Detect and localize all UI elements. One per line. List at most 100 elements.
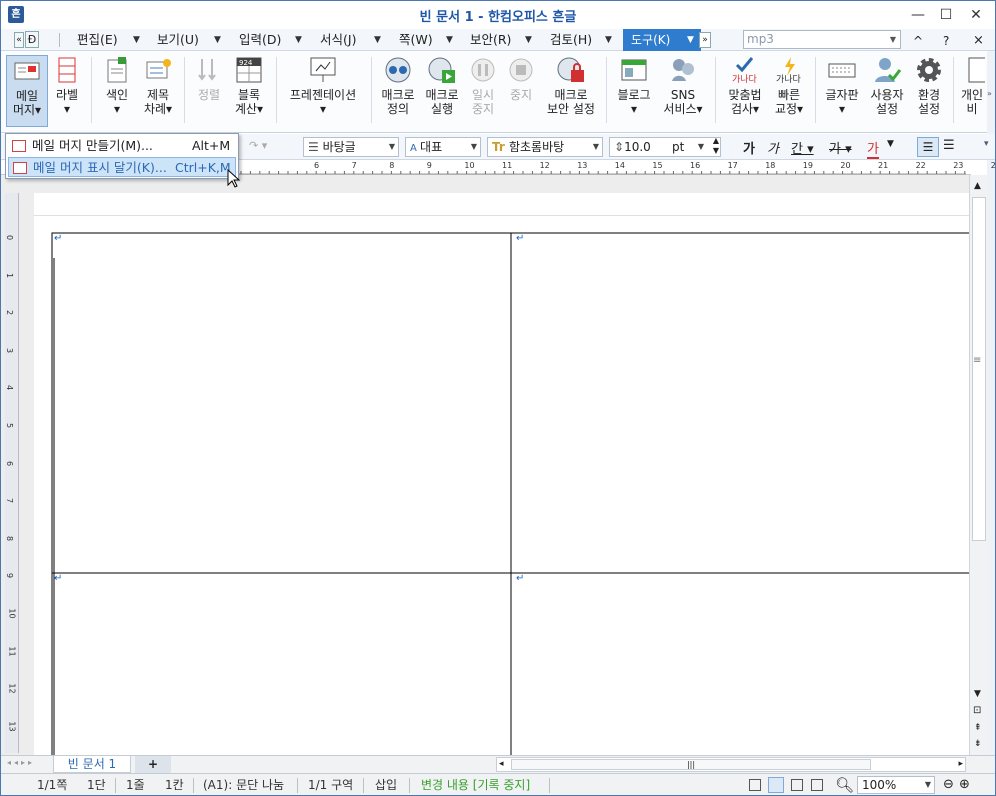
italic-button[interactable]: 가 bbox=[767, 138, 779, 157]
text-color-button[interactable]: 가 bbox=[867, 138, 879, 159]
menu-format[interactable]: 서식(J) bbox=[320, 31, 356, 49]
ribbon-collapse-button[interactable]: ^ bbox=[913, 34, 923, 48]
menu-scroll-right-button[interactable]: » bbox=[699, 32, 711, 48]
toc-button[interactable]: 제목 차례▾ bbox=[138, 55, 178, 127]
document-icon bbox=[968, 57, 985, 83]
doc-close-button[interactable]: × bbox=[973, 33, 984, 48]
ruler-number: 18 bbox=[765, 161, 776, 170]
font-select[interactable]: Tr 함초롬바탕 ▼ bbox=[487, 137, 603, 157]
vertical-scrollbar[interactable]: ▲ ≡ ▼ ⊡ ⇞ ⇟ bbox=[969, 175, 987, 755]
zoom-out-button[interactable]: ⊖ bbox=[943, 774, 954, 795]
label-table[interactable] bbox=[34, 193, 969, 773]
document-page[interactable]: ↵ ↵ ↵ ↵ bbox=[34, 193, 969, 773]
blog-icon bbox=[621, 59, 647, 81]
presentation-button[interactable]: 프레젠테이션 ▾ bbox=[283, 55, 363, 127]
status-page[interactable]: 1/1쪽 bbox=[37, 774, 67, 795]
blog-button[interactable]: 블로그 ▾ bbox=[613, 55, 655, 127]
macro-security-button[interactable]: 매크로 보안 설정 bbox=[541, 55, 601, 127]
env-settings-button[interactable]: 환경 설정 bbox=[909, 55, 949, 127]
toolbar-expand-button[interactable]: ▾ bbox=[984, 139, 989, 149]
quick-correct-label-1: 빠른 bbox=[777, 88, 801, 102]
close-button[interactable]: ✕ bbox=[964, 5, 988, 25]
menu-insert[interactable]: 입력(D) bbox=[239, 31, 281, 49]
quick-correct-button[interactable]: 가나다 빠른 교정▾ bbox=[769, 55, 809, 127]
status-insert-mode[interactable]: 삽입 bbox=[375, 774, 397, 795]
mail-merge-button[interactable]: 메일 머지▾ bbox=[6, 55, 48, 127]
spellcheck-button[interactable]: 가나다 맞춤법 검사▾ bbox=[723, 55, 767, 127]
scroll-up-icon[interactable]: ▲ bbox=[974, 181, 981, 191]
chevron-down-icon[interactable]: ▼ bbox=[214, 31, 221, 49]
keyboard-button[interactable]: 글자판 ▾ bbox=[821, 55, 863, 127]
left-align-button[interactable]: ☰ bbox=[943, 138, 955, 153]
spellcheck-label-2: 검사▾ bbox=[730, 102, 760, 116]
status-track-changes[interactable]: 변경 내용 [기록 중지] bbox=[421, 774, 530, 795]
font-size-unit: pt bbox=[672, 140, 685, 154]
zoom-select[interactable]: 100% ▼ bbox=[857, 776, 935, 794]
font-size-input[interactable]: ⇕10.0 pt ▼ ▲ ▼ bbox=[609, 136, 721, 157]
search-input[interactable]: mp3 ▼ bbox=[743, 30, 901, 49]
tab-nav-arrows[interactable]: ◂◂▸▸ bbox=[7, 758, 35, 767]
add-tab-button[interactable]: + bbox=[135, 756, 171, 773]
scroll-down-icon[interactable]: ▼ bbox=[974, 689, 981, 699]
bold-button[interactable]: 가 bbox=[743, 138, 755, 157]
tab-document[interactable]: 빈 문서 1 bbox=[53, 756, 131, 773]
menu-view[interactable]: 보기(U) bbox=[157, 31, 199, 49]
menu-tools[interactable]: 도구(K) ▼ bbox=[623, 29, 701, 51]
index-button[interactable]: 색인 ▾ bbox=[98, 55, 136, 127]
next-page-icon[interactable]: ⇟ bbox=[974, 739, 982, 749]
view-outline-icon[interactable] bbox=[811, 779, 823, 791]
scroll-left-icon[interactable]: ◂ bbox=[499, 758, 504, 771]
hscroll-thumb[interactable]: ||| bbox=[511, 759, 871, 770]
menu-edit[interactable]: 편집(E) bbox=[77, 31, 118, 49]
user-settings-button[interactable]: 사용자 설정 bbox=[865, 55, 909, 127]
mail-merge-dropdown: 메일 머지 만들기(M)... Alt+M 메일 머지 표시 달기(K)... … bbox=[5, 133, 239, 179]
minimize-button[interactable]: — bbox=[906, 5, 930, 25]
chevron-down-icon[interactable]: ▼ bbox=[295, 31, 302, 49]
zoom-magnifier-icon[interactable]: 🔍︎ bbox=[835, 774, 854, 795]
view-page-icon[interactable] bbox=[768, 777, 784, 793]
chevron-down-icon[interactable]: ▼ bbox=[446, 31, 453, 49]
macro-define-button[interactable]: 매크로 정의 bbox=[377, 55, 419, 127]
style-select[interactable]: ☰ 바탕글 ▼ bbox=[303, 137, 399, 157]
zoom-in-button[interactable]: ⊕ bbox=[959, 774, 970, 795]
vruler-number: 11 bbox=[7, 646, 17, 657]
thumb-grip-icon: ≡ bbox=[973, 355, 982, 366]
help-button[interactable]: ? bbox=[943, 34, 949, 48]
chevron-down-icon[interactable]: ▼ bbox=[605, 31, 612, 49]
underline-button[interactable]: 간 ▾ bbox=[791, 138, 814, 157]
macro-run-button[interactable]: 매크로 실행 bbox=[421, 55, 463, 127]
menu-security[interactable]: 보안(R) bbox=[470, 31, 511, 49]
prev-page-icon[interactable]: ⇞ bbox=[974, 723, 982, 733]
view-web-icon[interactable] bbox=[791, 779, 803, 791]
mail-merge-create-item[interactable]: 메일 머지 만들기(M)... Alt+M bbox=[8, 136, 236, 156]
mail-merge-mark-item[interactable]: 메일 머지 표시 달기(K)... Ctrl+K,M bbox=[8, 157, 236, 177]
strikethrough-button[interactable]: 가 ▾ bbox=[829, 138, 852, 157]
paragraph-mark-b2: ↵ bbox=[516, 573, 525, 584]
horizontal-scrollbar[interactable]: ◂ ||| ▸ bbox=[496, 757, 966, 772]
personal-info-button[interactable]: 개인 비 bbox=[959, 55, 985, 127]
view-normal-icon[interactable] bbox=[749, 779, 761, 791]
chevron-down-icon[interactable]: ▼ bbox=[890, 31, 896, 48]
vertical-ruler[interactable]: 0 1 2 3 4 5 6 7 8 9 10 11 12 13 bbox=[5, 193, 19, 753]
language-select[interactable]: A 대표 ▼ bbox=[405, 137, 481, 157]
menu-scroll-left-button[interactable]: « bbox=[14, 32, 24, 48]
chevron-down-icon[interactable]: ▼ bbox=[887, 139, 894, 149]
blog-label: 블로그 bbox=[617, 88, 651, 102]
maximize-button[interactable]: ☐ bbox=[934, 5, 958, 25]
chevron-down-icon[interactable]: ▼ bbox=[374, 31, 381, 49]
chevron-down-icon[interactable]: ▼ bbox=[133, 31, 140, 49]
chevron-down-icon[interactable]: ▼ bbox=[525, 31, 532, 49]
file-menu-icon[interactable]: Ð bbox=[25, 31, 39, 48]
menu-review[interactable]: 검토(H) bbox=[550, 31, 592, 49]
scroll-right-icon[interactable]: ▸ bbox=[958, 758, 963, 771]
size-spinner[interactable]: ▲ ▼ bbox=[713, 136, 719, 156]
page-navigator-icon[interactable]: ⊡ bbox=[973, 705, 981, 716]
sns-button[interactable]: SNS 서비스▾ bbox=[659, 55, 707, 127]
macro-security-label-2: 보안 설정 bbox=[547, 102, 595, 116]
vruler-number: 3 bbox=[5, 347, 15, 353]
justify-align-button[interactable]: ☰ bbox=[917, 137, 939, 157]
menu-page[interactable]: 쪽(W) bbox=[399, 31, 433, 49]
block-calc-button[interactable]: 924 블록 계산▾ bbox=[229, 55, 269, 127]
scrollbar-thumb[interactable] bbox=[972, 197, 986, 541]
label-button[interactable]: 라벨 ▾ bbox=[51, 55, 83, 127]
